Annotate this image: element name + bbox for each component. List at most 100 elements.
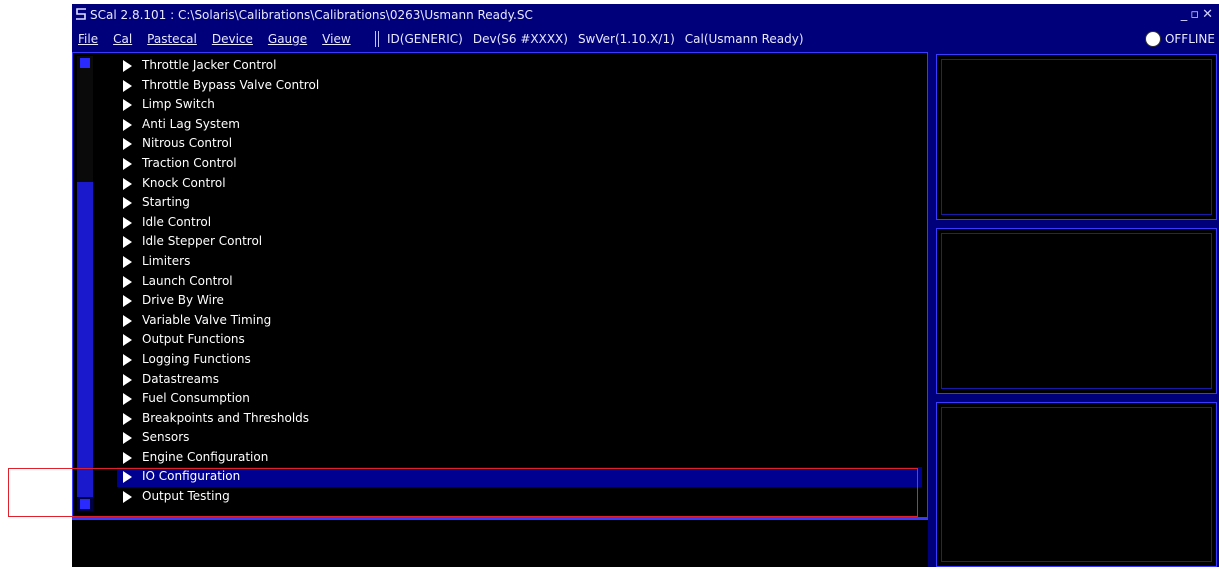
tree-item-label: Starting — [142, 195, 190, 210]
expand-arrow-icon[interactable] — [123, 99, 132, 112]
tree-item-label: Drive By Wire — [142, 293, 224, 308]
expand-arrow-icon[interactable] — [123, 432, 132, 445]
tree-item-label: Idle Stepper Control — [142, 234, 263, 249]
menu-separator — [375, 31, 379, 47]
device-dev: Dev(S6 #XXXX) — [472, 32, 568, 46]
expand-arrow-icon[interactable] — [123, 138, 132, 151]
close-icon[interactable]: ✕ — [1202, 4, 1213, 26]
menu-file[interactable]: File — [78, 26, 98, 52]
expand-arrow-icon[interactable] — [123, 471, 132, 484]
tree-item[interactable]: Drive By Wire — [117, 291, 922, 311]
connection-status[interactable]: OFFLINE — [1144, 26, 1215, 52]
tree-item[interactable]: Output Functions — [117, 330, 922, 350]
tree-item[interactable]: Fuel Consumption — [117, 389, 922, 409]
tree-item-label: Throttle Jacker Control — [142, 58, 277, 72]
tree-item-label: Fuel Consumption — [142, 391, 250, 406]
expand-arrow-icon[interactable] — [123, 393, 132, 406]
tree-item[interactable]: Knock Control — [117, 174, 922, 194]
scal-logo-icon — [76, 8, 86, 20]
expand-arrow-icon[interactable] — [123, 334, 132, 347]
tree-item-label: Variable Valve Timing — [142, 312, 272, 327]
tree-item-label: Nitrous Control — [142, 136, 233, 151]
tree-item[interactable]: Anti Lag System — [117, 115, 922, 135]
expand-arrow-icon[interactable] — [123, 197, 132, 210]
menu-gauge[interactable]: Gauge — [268, 26, 307, 52]
window-title: SCal 2.8.101 : C:\Solaris\Calibrations\C… — [90, 8, 533, 22]
gauge-panel-top — [936, 54, 1217, 220]
tree-item[interactable]: Throttle Jacker Control — [117, 56, 922, 76]
expand-arrow-icon[interactable] — [123, 491, 132, 504]
tree-item-label: Engine Configuration — [142, 449, 269, 464]
tree-item[interactable]: Variable Valve Timing — [117, 311, 922, 331]
tree-item-label: Launch Control — [142, 273, 233, 288]
tree-item-label: Traction Control — [142, 155, 237, 170]
window-controls: _ ▫ ✕ — [1181, 4, 1213, 26]
scroll-down-icon[interactable] — [80, 499, 90, 509]
tree-item[interactable]: Idle Stepper Control — [117, 232, 922, 252]
tree-item-label: Breakpoints and Thresholds — [142, 410, 310, 425]
menu-bar: File Cal Pastecal Device Gauge View ID(G… — [72, 26, 1219, 52]
menu-device[interactable]: Device — [212, 26, 253, 52]
scrollbar-track[interactable] — [77, 56, 93, 182]
expand-arrow-icon[interactable] — [123, 451, 132, 464]
expand-arrow-icon[interactable] — [123, 275, 132, 288]
tree-item[interactable]: Logging Functions — [117, 350, 922, 370]
title-bar: SCal 2.8.101 : C:\Solaris\Calibrations\C… — [72, 4, 1219, 26]
tree-item[interactable]: Engine Configuration — [117, 448, 922, 468]
tree-item[interactable]: Launch Control — [117, 272, 922, 292]
menu-view[interactable]: View — [322, 26, 350, 52]
expand-arrow-icon[interactable] — [123, 295, 132, 308]
tree-item[interactable]: Datastreams — [117, 370, 922, 390]
tree-item[interactable]: IO Configuration — [117, 467, 922, 488]
gauge-panel-bottom — [936, 402, 1217, 567]
tree-item[interactable]: Sensors — [117, 428, 922, 448]
tree-item-label: Limp Switch — [142, 97, 215, 112]
device-swver: SwVer(1.10.X/1) — [577, 32, 675, 46]
tree-item[interactable]: Idle Control — [117, 213, 922, 233]
scroll-up-icon[interactable] — [80, 58, 90, 68]
tree-item[interactable]: Limiters — [117, 252, 922, 272]
tree-item[interactable]: Limp Switch — [117, 95, 922, 115]
tree-item-label: Limiters — [142, 253, 191, 268]
expand-arrow-icon[interactable] — [123, 373, 132, 386]
expand-arrow-icon[interactable] — [123, 79, 132, 92]
tree-item-label: Knock Control — [142, 175, 226, 190]
device-id: ID(GENERIC) — [387, 32, 463, 46]
expand-arrow-icon[interactable] — [123, 412, 132, 425]
minimize-icon[interactable]: _ — [1181, 4, 1188, 26]
expand-arrow-icon[interactable] — [123, 353, 132, 366]
calibration-tree-panel: Throttle Jacker Control Throttle Bypass V… — [72, 52, 928, 518]
maximize-icon[interactable]: ▫ — [1190, 4, 1199, 26]
tree-scrollbar[interactable] — [77, 56, 93, 511]
expand-arrow-icon[interactable] — [123, 216, 132, 229]
tree-item[interactable]: Traction Control — [117, 154, 922, 174]
expand-arrow-icon[interactable] — [123, 118, 132, 131]
expand-arrow-icon[interactable] — [123, 157, 132, 170]
scrollbar-thumb[interactable] — [77, 182, 93, 497]
tree-item-label: Output Testing — [142, 489, 230, 504]
tree-item-label: Idle Control — [142, 214, 212, 229]
gauge-panel-middle — [936, 228, 1217, 394]
menu-pastecal[interactable]: Pastecal — [147, 26, 197, 52]
expand-arrow-icon[interactable] — [123, 177, 132, 190]
tree-item[interactable]: Nitrous Control — [117, 134, 922, 154]
expand-arrow-icon[interactable] — [123, 236, 132, 249]
scal-window: SCal 2.8.101 : C:\Solaris\Calibrations\C… — [72, 4, 1219, 567]
expand-arrow-icon[interactable] — [123, 60, 132, 72]
tree-item[interactable]: Output Testing — [117, 487, 922, 507]
tree-item-label: Throttle Bypass Valve Control — [142, 77, 320, 92]
expand-arrow-icon[interactable] — [123, 314, 132, 327]
tree-item-label: Datastreams — [142, 371, 219, 386]
menu-cal[interactable]: Cal — [113, 26, 132, 52]
device-cal: Cal(Usmann Ready) — [684, 32, 804, 46]
tree-item-label: Sensors — [142, 430, 190, 445]
device-info: ID(GENERIC) Dev(S6 #XXXX) SwVer(1.10.X/1… — [387, 26, 804, 52]
tree-item-label: Anti Lag System — [142, 116, 240, 131]
tree-item[interactable]: Throttle Bypass Valve Control — [117, 76, 922, 96]
tree-item[interactable]: Starting — [117, 193, 922, 213]
status-text: OFFLINE — [1164, 32, 1215, 46]
tree-item-label: Output Functions — [142, 332, 245, 347]
tree-item-label: Logging Functions — [142, 351, 251, 366]
tree-item[interactable]: Breakpoints and Thresholds — [117, 409, 922, 429]
expand-arrow-icon[interactable] — [123, 255, 132, 268]
